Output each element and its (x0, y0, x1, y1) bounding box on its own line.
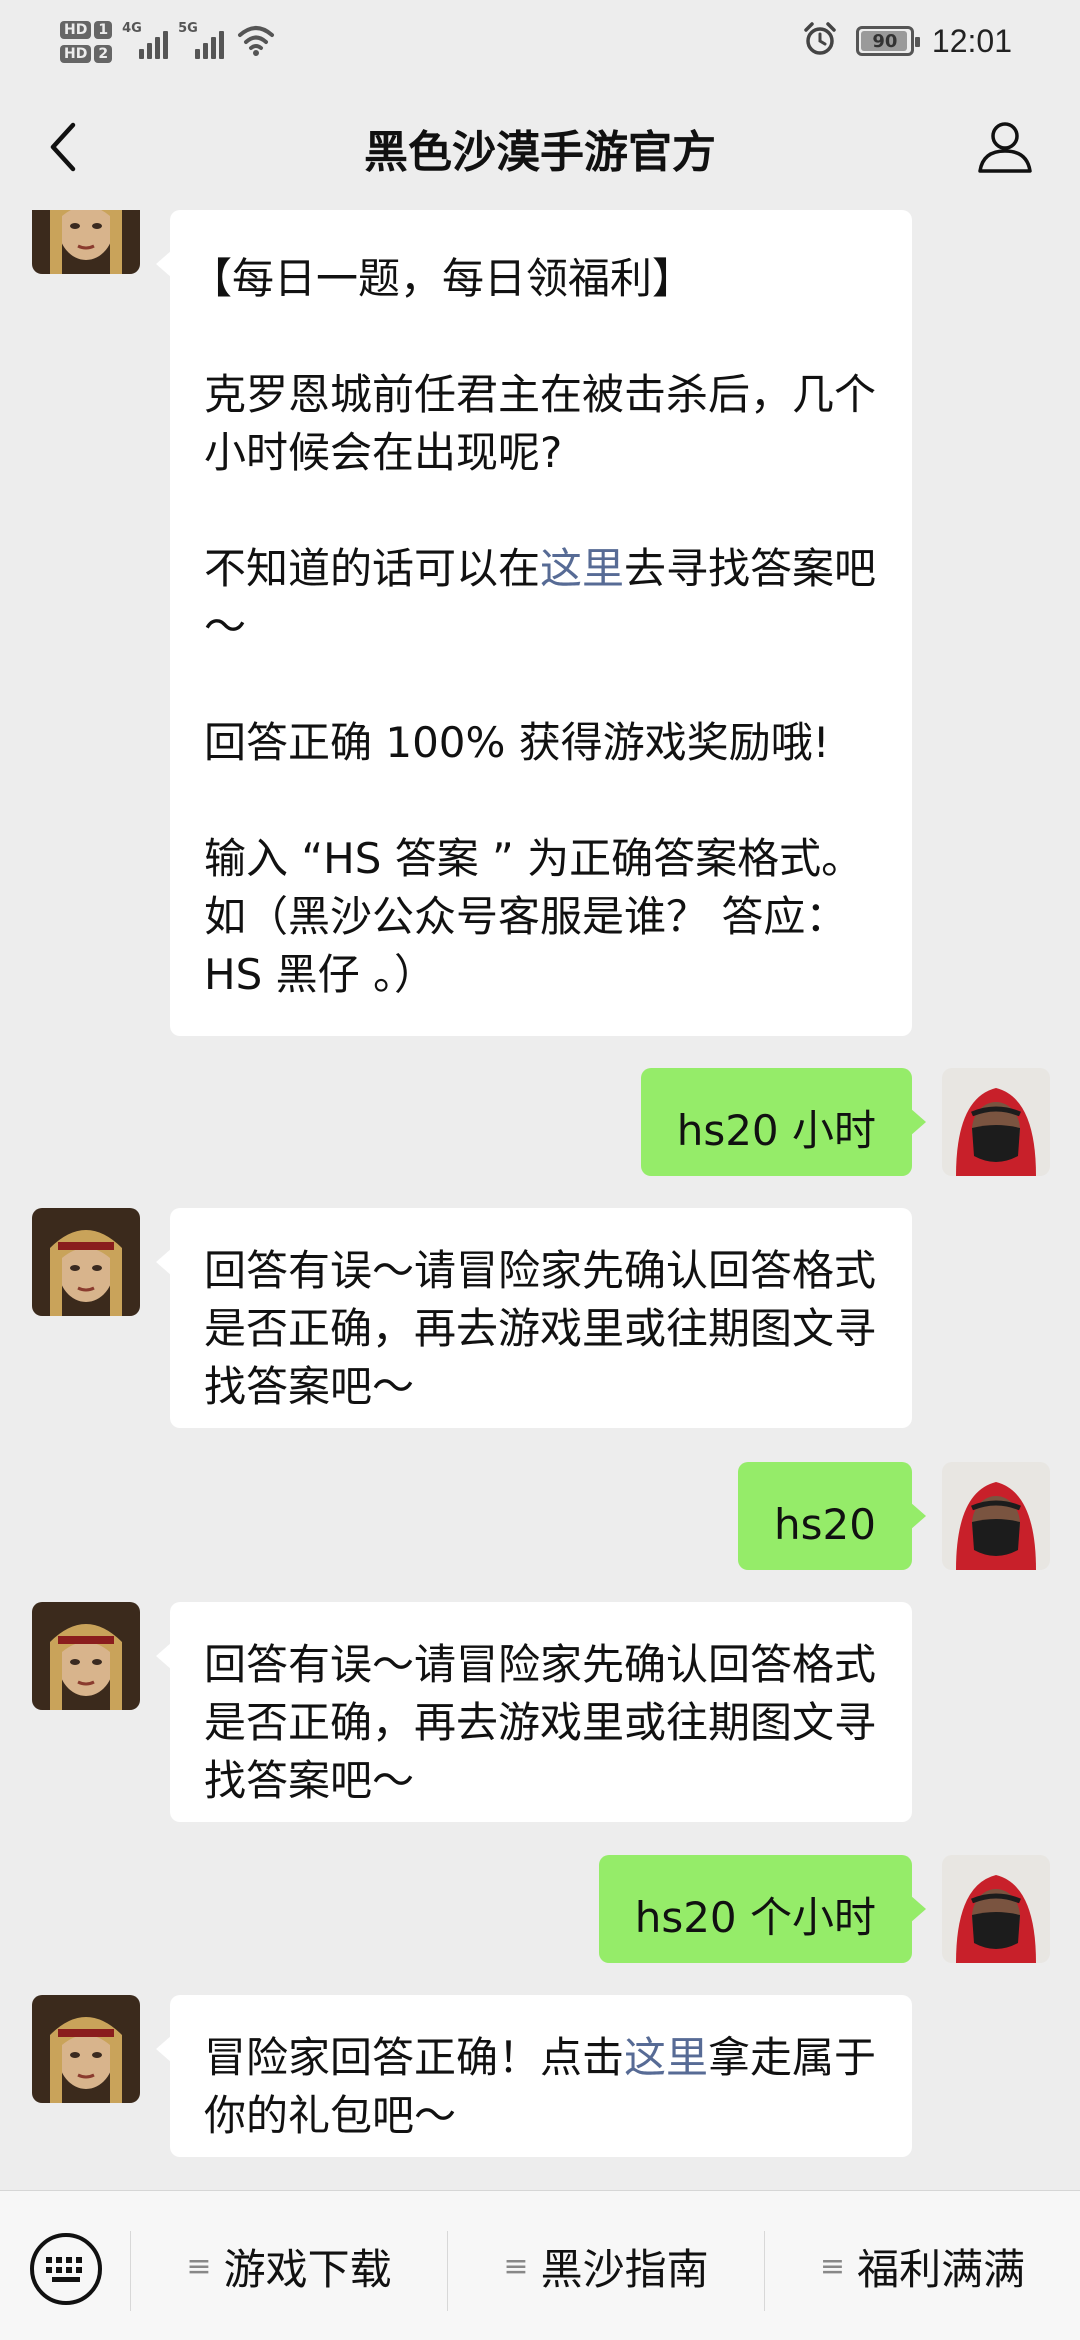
message-text: 回答有误～请冒险家先确认回答格式是否正确，再去游戏里或往期图文寻找答案吧～ (204, 1640, 877, 1805)
quiz-format: 输入 “HS 答案 ” 为正确答案格式。如（黑沙公众号客服是谁？ 答应：HS 黑… (204, 834, 864, 999)
status-bar: HD 1 HD 2 4G 5G 90 12:01 (0, 0, 1080, 80)
bot-avatar[interactable] (32, 210, 140, 274)
status-left: HD 1 HD 2 4G 5G (60, 12, 276, 72)
bottom-menu-bar: ≡ 游戏下载 ≡ 黑沙指南 ≡ 福利满满 (0, 2190, 1080, 2340)
message-bubble[interactable]: hs20 个小时 (598, 1855, 927, 1963)
message-text: hs20 (774, 1500, 876, 1549)
profile-button[interactable] (970, 112, 1040, 182)
chevron-left-icon (50, 122, 76, 172)
keyboard-icon (30, 2233, 102, 2305)
bot-avatar[interactable] (32, 1602, 140, 1710)
quiz-question: 克罗恩城前任君主在被击杀后，几个小时候会在出现呢? (204, 370, 877, 477)
quiz-hint-before: 不知道的话可以在 (204, 544, 541, 593)
chat-area[interactable]: 【每日一题，每日领福利】 克罗恩城前任君主在被击杀后，几个小时候会在出现呢? 不… (0, 210, 1080, 2190)
alarm-icon (802, 21, 838, 61)
menu-item-label: 福利满满 (857, 2244, 1026, 2294)
message-text: 回答有误～请冒险家先确认回答格式是否正确，再去游戏里或往期图文寻找答案吧～ (204, 1246, 877, 1411)
menu-item-label: 黑沙指南 (540, 2244, 709, 2294)
my-avatar[interactable] (942, 1462, 1050, 1570)
message-bubble[interactable]: 回答有误～请冒险家先确认回答格式是否正确，再去游戏里或往期图文寻找答案吧～ (156, 1602, 912, 1822)
bot-avatar[interactable] (32, 1208, 140, 1316)
battery-icon: 90 (855, 26, 920, 56)
signal-4g-icon: 4G (122, 21, 169, 59)
menu-lines-icon: ≡ (503, 2248, 529, 2284)
hd-indicators: HD 1 HD 2 (60, 21, 113, 63)
signal-5g-icon: 5G (178, 21, 225, 59)
status-time: 12:01 (931, 22, 1012, 59)
wifi-icon (236, 23, 276, 61)
menu-lines-icon: ≡ (819, 2248, 846, 2284)
status-right: 90 12:01 (802, 14, 1012, 68)
title-bar: 黑色沙漠手游官方 (0, 80, 1080, 210)
hd1-num: 1 (94, 21, 113, 39)
hd2-num: 2 (94, 45, 113, 63)
my-avatar[interactable] (942, 1855, 1050, 1963)
hd2-badge: HD 2 (60, 45, 113, 63)
menu-item-game-download[interactable]: ≡ 游戏下载 (131, 2221, 447, 2311)
page-title: 黑色沙漠手游官方 (364, 127, 716, 178)
menu-item-label: 游戏下载 (223, 2244, 392, 2294)
menu-item-guide[interactable]: ≡ 黑沙指南 (448, 2221, 764, 2311)
message-text: hs20 小时 (676, 1106, 876, 1155)
user-icon (978, 122, 1032, 173)
message-text-before: 冒险家回答正确！点击 (204, 2033, 625, 2082)
back-button[interactable] (28, 112, 98, 182)
message-bubble[interactable]: 冒险家回答正确！点击这里拿走属于你的礼包吧～ (156, 1995, 912, 2157)
keyboard-toggle-button[interactable] (28, 2231, 104, 2307)
battery-level: 90 (872, 30, 898, 52)
quiz-reward: 回答正确 100% 获得游戏奖励哦! (204, 718, 830, 767)
message-bubble[interactable]: hs20 小时 (640, 1068, 927, 1176)
hd2-label: HD (60, 45, 92, 63)
message-text: hs20 个小时 (634, 1893, 876, 1942)
gift-link[interactable]: 这里 (624, 2033, 708, 2082)
quiz-heading: 【每日一题，每日领福利】 (190, 254, 695, 303)
bot-avatar[interactable] (32, 1995, 140, 2103)
message-bubble[interactable]: hs20 (738, 1462, 926, 1570)
quiz-hint: 不知道的话可以在这里去寻找答案吧～ (204, 540, 878, 656)
menu-item-benefits[interactable]: ≡ 福利满满 (765, 2221, 1080, 2311)
answer-link[interactable]: 这里 (540, 544, 624, 593)
menu-lines-icon: ≡ (186, 2248, 212, 2284)
net1-label: 4G (122, 21, 142, 36)
net2-label: 5G (178, 21, 198, 36)
hd1-label: HD (60, 21, 92, 39)
message-bubble[interactable]: 【每日一题，每日领福利】 克罗恩城前任君主在被击杀后，几个小时候会在出现呢? 不… (156, 210, 912, 1036)
my-avatar[interactable] (942, 1068, 1050, 1176)
message-bubble[interactable]: 回答有误～请冒险家先确认回答格式是否正确，再去游戏里或往期图文寻找答案吧～ (156, 1208, 912, 1428)
hd1-badge: HD 1 (60, 21, 113, 39)
